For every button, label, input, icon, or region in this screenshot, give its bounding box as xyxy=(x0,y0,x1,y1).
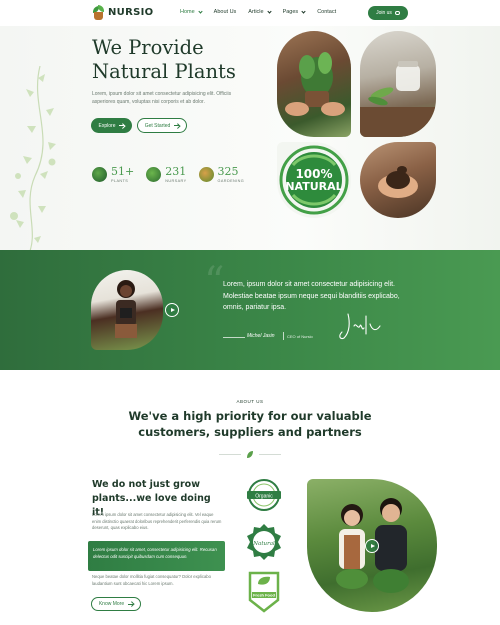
stat-plants: 51+ PLANTS xyxy=(92,166,134,183)
stat-value: 325 xyxy=(217,165,239,178)
testimonial-photo xyxy=(91,270,163,350)
hero-title-line: We Provide xyxy=(92,36,204,59)
quote-mark-icon: “ xyxy=(204,259,225,305)
hero-image-soil-hands xyxy=(360,142,436,218)
arrow-right-icon xyxy=(119,125,125,126)
explore-label: Explore xyxy=(98,122,116,129)
hero-title-line: Natural Plants xyxy=(92,60,236,83)
nav-item-label: Article xyxy=(248,9,264,15)
stat-label: GARDENING xyxy=(217,179,245,183)
badge-text: Fresh Food xyxy=(253,593,275,598)
plant-pot-icon xyxy=(92,5,105,20)
hero-title: We Provide Natural Plants xyxy=(92,36,282,84)
about-title-line: customers, suppliers and partners xyxy=(138,425,362,439)
divider-line xyxy=(219,454,241,455)
plant-in-hands-illustration xyxy=(285,52,345,116)
stat-label: PLANTS xyxy=(111,179,129,183)
nav-item-label: Contact xyxy=(317,9,337,15)
testimonial-separator xyxy=(283,332,284,340)
brand-name: NURSIO xyxy=(108,7,154,18)
testimonial-name: Michel Jasin xyxy=(247,333,275,339)
section-divider xyxy=(219,451,281,458)
nursery-icon xyxy=(146,167,162,182)
stat-value: 51+ xyxy=(111,165,135,178)
about-heading-line: We do not just grow xyxy=(92,479,200,490)
join-us-label: Join us xyxy=(376,10,392,16)
badge-percent: 100% xyxy=(295,167,333,181)
video-play-button[interactable] xyxy=(365,539,379,553)
natural-badge: 100% NATURAL xyxy=(279,145,349,215)
woman-gardener-illustration xyxy=(336,504,368,589)
join-us-button[interactable]: Join us xyxy=(368,6,408,20)
about-title: We've a high priority for our valuable c… xyxy=(0,408,500,440)
about-highlight: Lorem ipsum dolor sit amet, consectetur … xyxy=(88,541,225,571)
badge-word: NATURAL xyxy=(285,180,343,193)
gardening-icon xyxy=(198,167,214,182)
badge-text: Natural xyxy=(252,541,275,547)
jar-with-leaves-illustration xyxy=(360,61,436,137)
natural-badge-text: 100% NATURAL xyxy=(279,145,349,215)
stat-gardening: 325 GARDENING xyxy=(198,165,245,183)
divider-line xyxy=(259,454,281,455)
stat-nursary: 231 NURSARY xyxy=(146,166,186,183)
brand-logo[interactable]: NURSIO xyxy=(92,5,153,20)
testimonial-divider xyxy=(223,337,245,338)
organic-badge-icon: Organic xyxy=(247,479,281,511)
stats-row: 51+ PLANTS 231 NURSARY 325 GARDENING xyxy=(92,166,244,183)
about-image-couple xyxy=(307,479,437,612)
hero-image-jar xyxy=(360,31,436,137)
hero-subtitle: Lorem, ipsum dolor sit amet consectetur … xyxy=(92,91,232,105)
chat-icon xyxy=(394,11,400,15)
explore-button[interactable]: Explore xyxy=(91,118,132,133)
signature-graphic xyxy=(339,313,381,340)
stat-value: 231 xyxy=(165,165,187,178)
about-paragraph-2: Neque beatae dolor mollitia fugiat conse… xyxy=(92,574,211,586)
nav-item-label: About Us xyxy=(213,9,237,15)
about-tag: ABOUT US xyxy=(236,399,264,404)
main-menu: Home About Us Article Pages Contact xyxy=(180,8,348,15)
testimonial-role: CEO of Nursio xyxy=(287,334,313,339)
nav-item-pages[interactable]: Pages xyxy=(282,8,306,15)
stat-label: NURSARY xyxy=(165,179,187,183)
nav-item-about[interactable]: About Us xyxy=(214,9,237,15)
top-nav: NURSIO Home About Us Article Pages Conta… xyxy=(0,0,500,26)
chevron-down-icon xyxy=(198,8,203,14)
chevron-down-icon xyxy=(301,8,306,14)
badge-text: Organic xyxy=(255,493,273,499)
certification-badges: Organic Natural Fresh Food xyxy=(244,478,284,614)
nav-item-home[interactable]: Home xyxy=(180,8,203,15)
nav-item-label: Home xyxy=(180,9,195,15)
know-more-label: Know More xyxy=(98,601,125,607)
arrow-right-icon xyxy=(128,603,134,605)
soil-in-hands-illustration xyxy=(378,166,418,198)
nav-item-contact[interactable]: Contact xyxy=(317,9,336,15)
about-paragraph: Lorem ipsum dolor sit amet consectetur a… xyxy=(92,512,222,531)
get-started-label: Get Started xyxy=(144,122,171,129)
video-play-button[interactable] xyxy=(165,303,179,317)
leaf-icon xyxy=(247,451,253,458)
chevron-down-icon xyxy=(266,8,272,14)
about-title-line: We've a high priority for our valuable xyxy=(128,409,372,423)
arrow-right-icon xyxy=(174,125,180,126)
nav-item-article[interactable]: Article xyxy=(248,8,272,15)
get-started-button[interactable]: Get Started xyxy=(137,118,187,133)
nav-item-label: Pages xyxy=(282,9,299,15)
woman-holding-sign-illustration xyxy=(115,280,137,338)
ivy-vine-decoration xyxy=(10,66,56,250)
plant-icon xyxy=(92,167,107,182)
natural-badge-icon: Natural xyxy=(247,524,281,560)
fresh-food-badge-icon: Fresh Food xyxy=(248,571,280,613)
hero-image-plant-hands xyxy=(277,31,351,137)
know-more-button[interactable]: Know More xyxy=(91,597,141,611)
hero-natural-badge-tile: 100% NATURAL xyxy=(277,142,351,218)
